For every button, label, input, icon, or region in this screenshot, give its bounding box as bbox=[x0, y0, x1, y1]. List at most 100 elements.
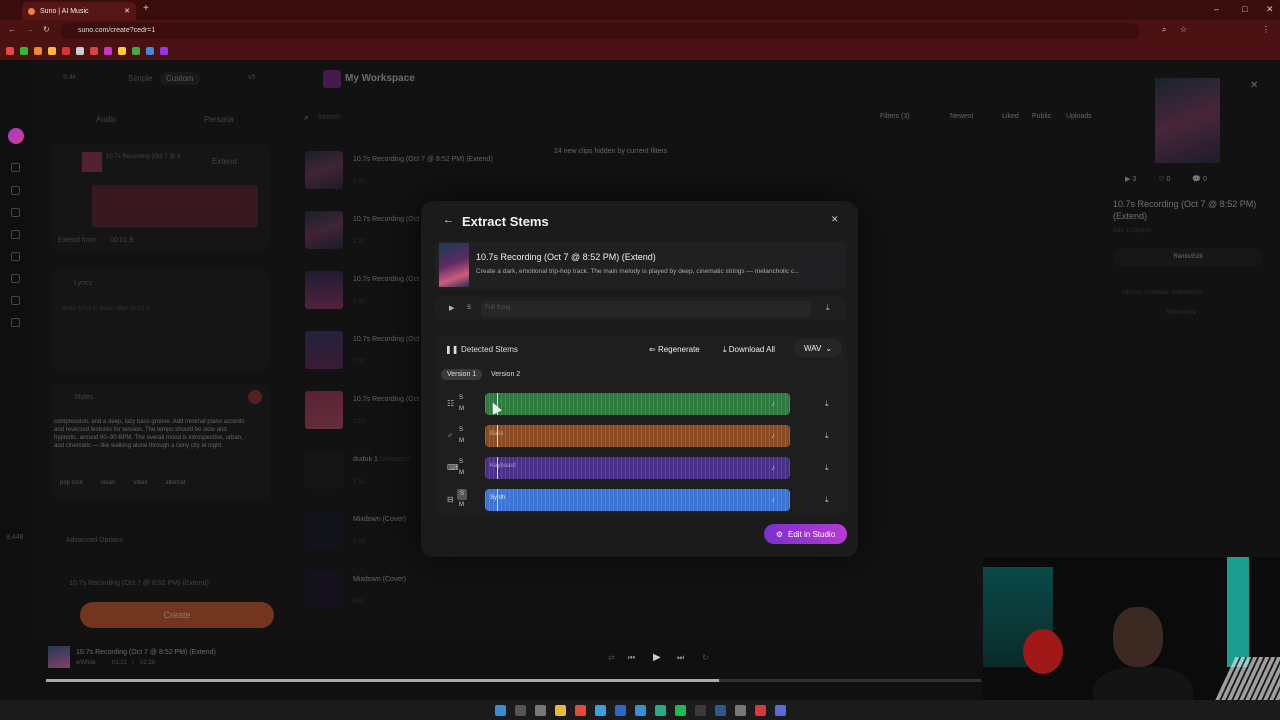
regenerate-button[interactable]: ⇐ Regenerate bbox=[649, 345, 700, 354]
style-tag[interactable]: pop rock bbox=[60, 480, 83, 486]
solo-button[interactable]: S bbox=[467, 305, 471, 311]
new-tab-icon[interactable]: + bbox=[143, 3, 149, 14]
remix-edit-button[interactable]: Remix/Edit bbox=[1113, 248, 1263, 266]
app-icon[interactable] bbox=[654, 704, 666, 716]
download-stem-icon[interactable]: ⤓ bbox=[825, 399, 829, 409]
close-tab-icon[interactable]: ✕ bbox=[124, 7, 130, 15]
stem-waveform[interactable] bbox=[485, 393, 790, 415]
app-icon[interactable] bbox=[734, 704, 746, 716]
maximize-icon[interactable]: □ bbox=[1242, 4, 1247, 14]
stem-waveform[interactable]: Bass bbox=[485, 425, 790, 447]
song-title-field[interactable]: 10.7s Recording (Oct 7 @ 8:52 PM) (Exten… bbox=[69, 580, 209, 587]
download-icon[interactable]: ⤓ bbox=[826, 303, 830, 313]
home-icon[interactable] bbox=[11, 163, 20, 172]
forward-icon[interactable]: → bbox=[26, 25, 34, 34]
minimize-icon[interactable]: – bbox=[1214, 4, 1219, 14]
uploads-filter[interactable]: Uploads bbox=[1066, 113, 1092, 120]
download-stem-icon[interactable]: ⤓ bbox=[825, 431, 829, 441]
reload-icon[interactable]: ↻ bbox=[43, 25, 50, 34]
custom-tab[interactable]: Custom bbox=[160, 72, 200, 85]
notifications-icon[interactable] bbox=[11, 296, 20, 305]
chrome-icon[interactable] bbox=[574, 704, 586, 716]
list-item[interactable]: Mixdown (Cover) 4:01 bbox=[305, 560, 1085, 620]
app-icon[interactable] bbox=[614, 704, 626, 716]
browser-tab[interactable]: Suno | AI Music ✕ bbox=[22, 2, 136, 20]
back-icon[interactable]: ← bbox=[8, 25, 16, 34]
download-stem-icon[interactable]: ⤓ bbox=[825, 463, 829, 473]
list-item[interactable]: 10.7s Recording (Oct 7 @ 8:52 PM) (Exten… bbox=[305, 140, 1085, 200]
liked-filter[interactable]: Liked bbox=[1002, 113, 1019, 120]
next-icon[interactable]: ⏭ bbox=[677, 653, 684, 663]
play-icon[interactable]: ▶ bbox=[449, 304, 454, 312]
app-icon[interactable] bbox=[694, 704, 706, 716]
add-audio-button[interactable]: Audio bbox=[96, 115, 116, 124]
version-select[interactable]: v5 bbox=[248, 74, 255, 81]
download-all-button[interactable]: ⤓ Download All bbox=[723, 345, 775, 355]
bookmark-icon[interactable] bbox=[20, 47, 28, 55]
bookmark-icon[interactable] bbox=[160, 47, 168, 55]
mute-button[interactable]: M bbox=[459, 436, 464, 447]
repeat-icon[interactable]: ↻ bbox=[702, 653, 709, 662]
close-window-icon[interactable]: ✕ bbox=[1266, 4, 1274, 15]
play-pause-icon[interactable]: ▶ bbox=[653, 652, 661, 663]
edit-stem-icon[interactable]: ♪ bbox=[771, 399, 775, 408]
bookmark-icon[interactable] bbox=[104, 47, 112, 55]
folder-bookmark-icon[interactable] bbox=[118, 47, 126, 55]
solo-button[interactable]: S bbox=[459, 457, 463, 468]
spotify-icon[interactable] bbox=[674, 704, 686, 716]
version-1-tab[interactable]: Version 1 bbox=[441, 369, 483, 380]
app-icon[interactable] bbox=[774, 704, 786, 716]
add-persona-button[interactable]: Persona bbox=[204, 115, 234, 124]
playback-progress[interactable] bbox=[46, 679, 981, 682]
bookmark-icon[interactable] bbox=[62, 47, 70, 55]
download-stem-icon[interactable]: ⤓ bbox=[825, 495, 829, 505]
start-icon[interactable] bbox=[494, 704, 506, 716]
solo-button[interactable]: S bbox=[459, 393, 463, 404]
lyrics-input[interactable]: Write lyrics to insert after 00:01.9 bbox=[62, 306, 150, 312]
full-song-waveform[interactable]: Full Song bbox=[481, 301, 811, 317]
search-input[interactable]: Search bbox=[318, 114, 340, 121]
edit-in-studio-button[interactable]: ⚙ Edit in Studio bbox=[764, 524, 847, 544]
create-button[interactable]: Create bbox=[80, 602, 274, 628]
show-more-link[interactable]: Show More bbox=[1166, 310, 1196, 316]
pause-icon[interactable]: ❚❚ bbox=[445, 345, 458, 354]
search-nav-icon[interactable] bbox=[11, 252, 20, 261]
version-2-tab[interactable]: Version 2 bbox=[491, 371, 520, 378]
stem-waveform[interactable]: Keyboard bbox=[485, 457, 790, 479]
bookmark-icon[interactable] bbox=[90, 47, 98, 55]
edit-stem-icon[interactable]: ♪ bbox=[771, 495, 775, 504]
sort-select[interactable]: Newest bbox=[950, 113, 973, 120]
style-tag[interactable]: alternat bbox=[165, 480, 185, 486]
close-panel-icon[interactable]: ✕ bbox=[1250, 80, 1258, 91]
close-modal-icon[interactable]: ✕ bbox=[831, 214, 839, 225]
clip-waveform[interactable] bbox=[92, 185, 258, 227]
shuffle-icon[interactable]: ⇄ bbox=[608, 653, 615, 662]
app-icon[interactable] bbox=[754, 704, 766, 716]
bookmark-icon[interactable] bbox=[48, 47, 56, 55]
zoom-icon[interactable]: ⌕ bbox=[1162, 25, 1166, 35]
x-bookmark-icon[interactable] bbox=[76, 47, 84, 55]
library-icon[interactable] bbox=[11, 208, 20, 217]
mute-button[interactable]: M bbox=[459, 468, 464, 479]
caption-field[interactable]: Add a Caption bbox=[1113, 228, 1151, 234]
radio-icon[interactable] bbox=[11, 274, 20, 283]
styles-input[interactable]: compression, and a deep, lazy bass groov… bbox=[54, 418, 252, 468]
style-tag[interactable]: vibes bbox=[133, 480, 147, 486]
edit-stem-icon[interactable]: ♪ bbox=[771, 463, 775, 472]
filters-button[interactable]: Filters (3) bbox=[880, 113, 910, 120]
mute-button[interactable]: M bbox=[459, 404, 464, 415]
clear-styles-button[interactable] bbox=[248, 390, 262, 404]
bookmark-star-icon[interactable]: ☆ bbox=[1180, 25, 1187, 34]
simple-tab[interactable]: Simple bbox=[128, 74, 152, 83]
settings-icon[interactable] bbox=[11, 318, 20, 327]
app-icon[interactable] bbox=[634, 704, 646, 716]
stem-waveform[interactable]: Synth bbox=[485, 489, 790, 511]
create-icon[interactable] bbox=[11, 186, 20, 195]
format-select[interactable]: WAV ⌄ bbox=[794, 339, 842, 357]
steam-icon[interactable] bbox=[714, 704, 726, 716]
edit-stem-icon[interactable]: ♪ bbox=[771, 431, 775, 440]
solo-button[interactable]: S bbox=[459, 425, 463, 436]
bookmark-icon[interactable] bbox=[132, 47, 140, 55]
menu-icon[interactable]: ⋮ bbox=[1262, 25, 1270, 34]
back-arrow-icon[interactable]: ← bbox=[443, 214, 454, 226]
